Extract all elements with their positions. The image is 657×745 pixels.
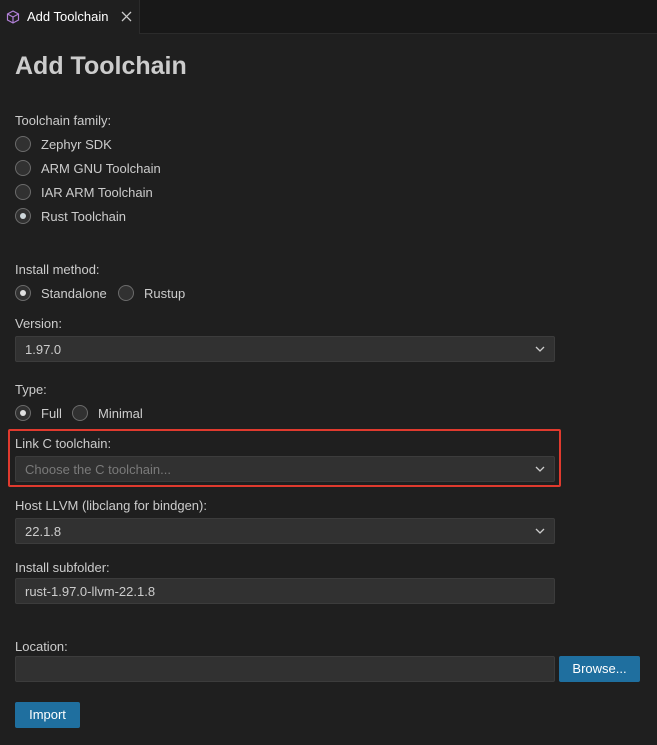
radio-button[interactable]: [15, 136, 31, 152]
radio-label: Full: [41, 405, 62, 421]
page-title: Add Toolchain: [15, 52, 187, 80]
host-llvm-label: Host LLVM (libclang for bindgen):: [15, 498, 207, 513]
tab-add-toolchain[interactable]: Add Toolchain: [0, 0, 140, 34]
import-button[interactable]: Import: [15, 702, 80, 728]
radio-label: Rustup: [144, 285, 186, 301]
link-c-toolchain-label: Link C toolchain:: [15, 436, 112, 451]
install-subfolder-label: Install subfolder:: [15, 560, 110, 575]
radio-full[interactable]: Full: [15, 405, 62, 421]
location-label: Location:: [15, 639, 68, 654]
radio-label: Minimal: [98, 405, 143, 421]
radio-label: Standalone: [41, 285, 107, 301]
radio-label: IAR ARM Toolchain: [41, 184, 153, 200]
close-icon[interactable]: [120, 10, 133, 23]
tab-label: Add Toolchain: [27, 9, 109, 24]
package-icon: [6, 10, 20, 24]
host-llvm-value: 22.1.8: [25, 524, 62, 539]
radio-label: Rust Toolchain: [41, 208, 127, 224]
radio-button[interactable]: [15, 285, 31, 301]
radio-arm-gnu[interactable]: ARM GNU Toolchain: [15, 160, 161, 176]
radio-minimal[interactable]: Minimal: [72, 405, 143, 421]
version-value: 1.97.0: [25, 342, 62, 357]
radio-button[interactable]: [118, 285, 134, 301]
link-c-toolchain-select[interactable]: Choose the C toolchain...: [15, 456, 555, 482]
chevron-down-icon: [535, 466, 545, 472]
radio-button[interactable]: [15, 208, 31, 224]
radio-button[interactable]: [72, 405, 88, 421]
type-label: Type:: [15, 382, 47, 397]
version-select[interactable]: 1.97.0: [15, 336, 555, 362]
radio-button[interactable]: [15, 405, 31, 421]
radio-standalone[interactable]: Standalone: [15, 285, 107, 301]
radio-zephyr-sdk[interactable]: Zephyr SDK: [15, 136, 112, 152]
radio-rust-toolchain[interactable]: Rust Toolchain: [15, 208, 126, 224]
browse-button[interactable]: Browse...: [559, 656, 640, 682]
radio-label: Zephyr SDK: [41, 136, 112, 152]
host-llvm-select[interactable]: 22.1.8: [15, 518, 555, 544]
radio-button[interactable]: [15, 160, 31, 176]
location-input[interactable]: [15, 656, 555, 682]
install-subfolder-value: rust-1.97.0-llvm-22.1.8: [25, 584, 156, 599]
version-label: Version:: [15, 316, 62, 331]
install-subfolder-input[interactable]: rust-1.97.0-llvm-22.1.8: [15, 578, 555, 604]
radio-iar-arm[interactable]: IAR ARM Toolchain: [15, 184, 153, 200]
chevron-down-icon: [535, 528, 545, 534]
install-method-label: Install method:: [15, 262, 100, 277]
editor-tab-bar: Add Toolchain: [0, 0, 657, 34]
radio-rustup[interactable]: Rustup: [118, 285, 185, 301]
toolchain-family-label: Toolchain family:: [15, 113, 112, 128]
radio-button[interactable]: [15, 184, 31, 200]
link-c-placeholder: Choose the C toolchain...: [25, 462, 171, 477]
radio-label: ARM GNU Toolchain: [41, 160, 161, 176]
chevron-down-icon: [535, 346, 545, 352]
